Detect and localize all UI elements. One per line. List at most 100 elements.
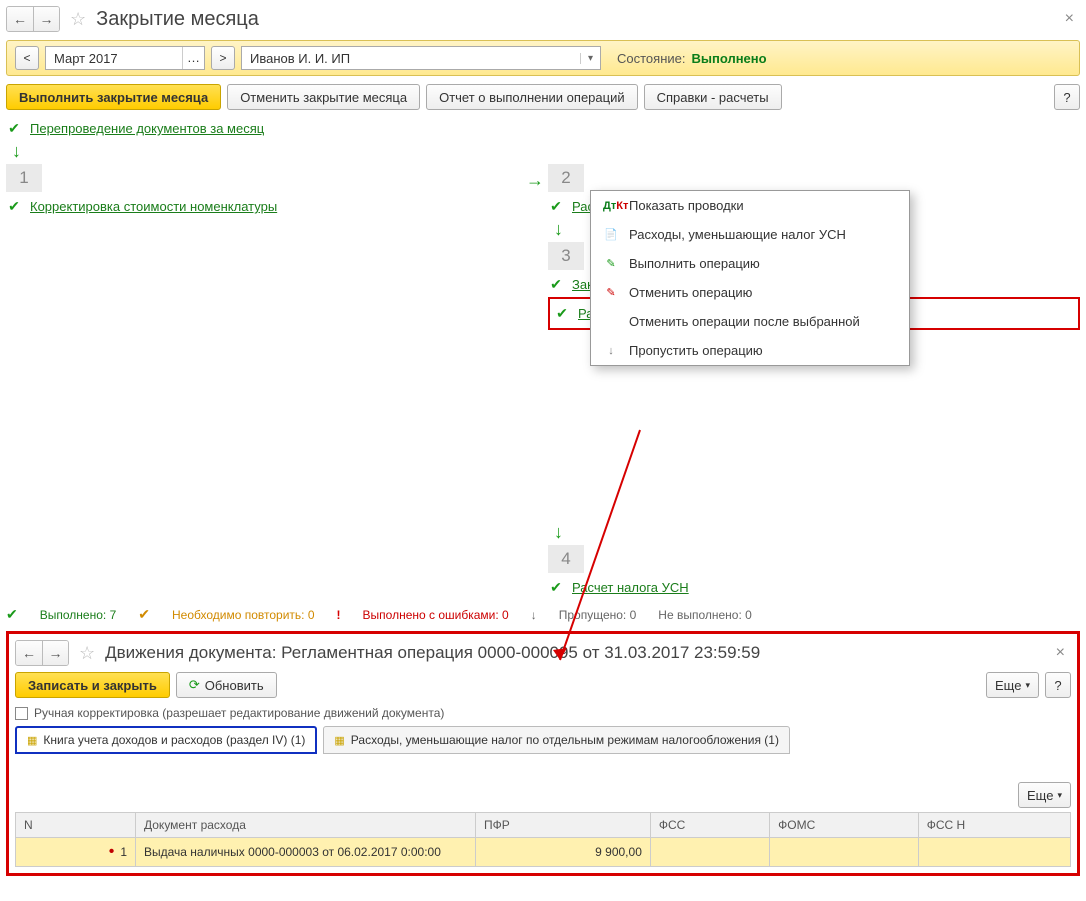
ctx-label: Пропустить операцию <box>629 343 763 358</box>
highlighted-operation-frame: ✔ Расчет расходов, уменьшающих налог УСН… <box>548 297 1080 330</box>
col-left: 1 ✔ Корректировка стоимости номенклатуры <box>6 164 538 219</box>
step1-item-link[interactable]: Корректировка стоимости номенклатуры <box>30 199 277 214</box>
period-field[interactable]: Март 2017 … <box>45 46 205 70</box>
save-close-button[interactable]: Записать и закрыть <box>15 672 170 698</box>
doc-icon: ▦ <box>27 734 37 747</box>
forward-button[interactable]: → <box>33 7 59 31</box>
period-picker-button[interactable]: … <box>182 47 204 69</box>
ctx-skip-op[interactable]: ↓ Пропустить операцию <box>591 336 909 365</box>
spravki-button[interactable]: Справки - расчеты <box>644 84 782 110</box>
error-icon: ! <box>337 608 341 622</box>
help-button[interactable]: ? <box>1054 84 1080 110</box>
manual-correction-label: Ручная корректировка (разрешает редактир… <box>34 706 444 720</box>
step-box-2: 2 <box>548 164 584 192</box>
favorite-star-icon[interactable]: ☆ <box>66 9 90 30</box>
ctx-show-entries[interactable]: ДтКт Показать проводки <box>591 191 909 220</box>
panel2-title: Движения документа: Регламентная операци… <box>105 643 760 663</box>
check-icon: ✔ <box>6 198 22 215</box>
status-notdone: Не выполнено: 0 <box>658 608 752 622</box>
back-button-2[interactable]: ← <box>16 641 42 665</box>
flow-area: ✔ Перепроведение документов за месяц ↓ 1… <box>6 120 1080 600</box>
period-bar: < Март 2017 … > Иванов И. И. ИП ▾ Состоя… <box>6 40 1080 76</box>
state-value: Выполнено <box>691 51 766 66</box>
status-done: Выполнено: 7 <box>40 608 117 622</box>
repost-documents-link[interactable]: Перепроведение документов за месяц <box>30 121 264 136</box>
arrow-down-icon: ↓ <box>12 141 1080 162</box>
nav-btn-group-2: ← → <box>15 640 69 666</box>
arrow-down-icon: ↓ <box>554 522 1080 543</box>
document-movements-panel: ← → ☆ Движения документа: Регламентная о… <box>6 631 1080 876</box>
ctx-cancel-op[interactable]: ✎ Отменить операцию <box>591 278 909 307</box>
tab-expenses-modes[interactable]: ▦ Расходы, уменьшающие налог по отдельны… <box>323 726 790 754</box>
period-prev-button[interactable]: < <box>15 46 39 70</box>
panel2-toolbar: Записать и закрыть ⟳Обновить Еще ▾ ? <box>15 672 1071 698</box>
th-fssn[interactable]: ФСС Н <box>918 813 1070 838</box>
manual-correction-checkbox[interactable] <box>15 707 28 720</box>
th-foms[interactable]: ФОМС <box>770 813 919 838</box>
ctx-run-op[interactable]: ✎ Выполнить операцию <box>591 249 909 278</box>
step-box-1: 1 <box>6 164 42 192</box>
col-right: → 2 ✔ Расчет долей списания косвенных ра… <box>548 164 1080 600</box>
help-button-2[interactable]: ? <box>1045 672 1071 698</box>
chevron-down-icon: ▾ <box>1057 790 1062 801</box>
check-icon: ✔ <box>548 579 564 596</box>
status-errors: Выполнено с ошибками: 0 <box>363 608 509 622</box>
cell-foms <box>770 838 919 867</box>
report-button[interactable]: Отчет о выполнении операций <box>426 84 638 110</box>
ctx-label: Расходы, уменьшающие налог УСН <box>629 227 846 242</box>
refresh-icon: ⟳ <box>189 677 200 693</box>
report-icon: 📄 <box>603 228 619 241</box>
run-close-month-button[interactable]: Выполнить закрытие месяца <box>6 84 221 110</box>
th-doc[interactable]: Документ расхода <box>136 813 476 838</box>
period-next-button[interactable]: > <box>211 46 235 70</box>
refresh-button[interactable]: ⟳Обновить <box>176 672 277 698</box>
ctx-label: Отменить операцию <box>629 285 752 300</box>
th-n[interactable]: N <box>16 813 136 838</box>
more-button[interactable]: Еще ▾ <box>986 672 1039 698</box>
th-pfr[interactable]: ПФР <box>476 813 651 838</box>
status-bar: ✔ Выполнено: 7 ✔ Необходимо повторить: 0… <box>6 606 1080 623</box>
favorite-star-icon-2[interactable]: ☆ <box>75 643 99 664</box>
check-icon: ✔ <box>138 606 150 623</box>
ctx-label: Показать проводки <box>629 198 744 213</box>
organization-field[interactable]: Иванов И. И. ИП ▾ <box>241 46 601 70</box>
cell-pfr: 9 900,00 <box>476 838 651 867</box>
page-title: Закрытие месяца <box>96 8 259 31</box>
back-button[interactable]: ← <box>7 7 33 31</box>
table-row[interactable]: •1 Выдача наличных 0000-000003 от 06.02.… <box>16 838 1071 867</box>
check-icon: ✔ <box>6 120 22 137</box>
table-more-button[interactable]: Еще ▾ <box>1018 782 1071 808</box>
step-box-3: 3 <box>548 242 584 270</box>
th-fss[interactable]: ФСС <box>650 813 769 838</box>
organization-dropdown-icon[interactable]: ▾ <box>580 53 600 64</box>
check-icon: ✔ <box>548 198 564 215</box>
close-icon-2[interactable]: × <box>1050 644 1071 662</box>
manual-correction-row[interactable]: Ручная корректировка (разрешает редактир… <box>15 706 1071 720</box>
ctx-label: Выполнить операцию <box>629 256 760 271</box>
ctx-cancel-after[interactable]: Отменить операции после выбранной <box>591 307 909 336</box>
forward-button-2[interactable]: → <box>42 641 68 665</box>
cell-fssn <box>918 838 1070 867</box>
check-icon: ✔ <box>554 305 570 322</box>
arrow-right-icon: → <box>526 170 544 191</box>
period-value: Март 2017 <box>46 51 182 66</box>
skip-icon: ↓ <box>603 345 619 357</box>
cancel-icon: ✎ <box>603 286 619 299</box>
status-repeat: Необходимо повторить: 0 <box>172 608 315 622</box>
tab-kudir[interactable]: ▦ Книга учета доходов и расходов (раздел… <box>15 726 317 754</box>
status-skipped: Пропущено: 0 <box>559 608 637 622</box>
step4-item-link[interactable]: Расчет налога УСН <box>572 580 689 595</box>
run-icon: ✎ <box>603 257 619 270</box>
dtkt-icon: ДтКт <box>603 200 619 212</box>
skip-icon: ↓ <box>531 608 537 622</box>
ctx-expenses-usn[interactable]: 📄 Расходы, уменьшающие налог УСН <box>591 220 909 249</box>
context-menu: ДтКт Показать проводки 📄 Расходы, уменьш… <box>590 190 910 366</box>
check-icon: ✔ <box>6 606 18 623</box>
doc-icon: ▦ <box>334 734 344 747</box>
main-toolbar: Выполнить закрытие месяца Отменить закры… <box>6 84 1080 110</box>
ctx-label: Отменить операции после выбранной <box>629 314 860 329</box>
organization-value: Иванов И. И. ИП <box>242 51 580 66</box>
cancel-close-month-button[interactable]: Отменить закрытие месяца <box>227 84 420 110</box>
tabs: ▦ Книга учета доходов и расходов (раздел… <box>15 726 1071 754</box>
close-icon[interactable]: × <box>1059 10 1080 28</box>
